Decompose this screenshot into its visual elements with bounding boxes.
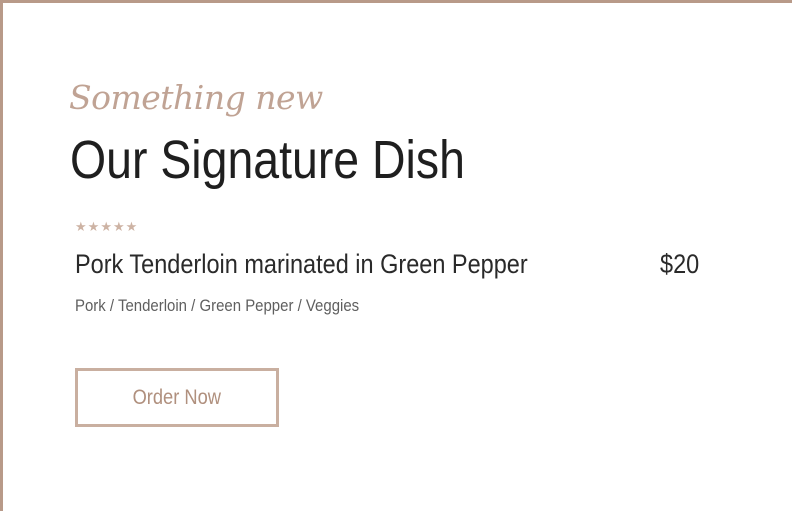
star-icon: ★	[112, 220, 125, 235]
star-icon: ★	[100, 220, 112, 235]
dish-rating: ★ ★ ★ ★ ★	[75, 221, 137, 234]
star-icon: ★	[75, 220, 87, 235]
dish-name: Pork Tenderloin marinated in Green Peppe…	[75, 249, 528, 279]
section-title: Our Signature Dish	[70, 130, 465, 190]
dish-price: $20	[660, 249, 700, 279]
signature-dish-section: Something new Our Signature Dish ★ ★ ★ ★…	[0, 0, 792, 511]
section-eyebrow: Something new	[69, 78, 323, 117]
order-now-label: Order Now	[132, 386, 222, 409]
star-icon: ★	[125, 220, 138, 235]
dish-ingredients: Pork / Tenderloin / Green Pepper / Veggi…	[75, 296, 360, 315]
star-icon: ★	[87, 220, 100, 235]
order-now-button[interactable]: Order Now	[75, 368, 279, 427]
